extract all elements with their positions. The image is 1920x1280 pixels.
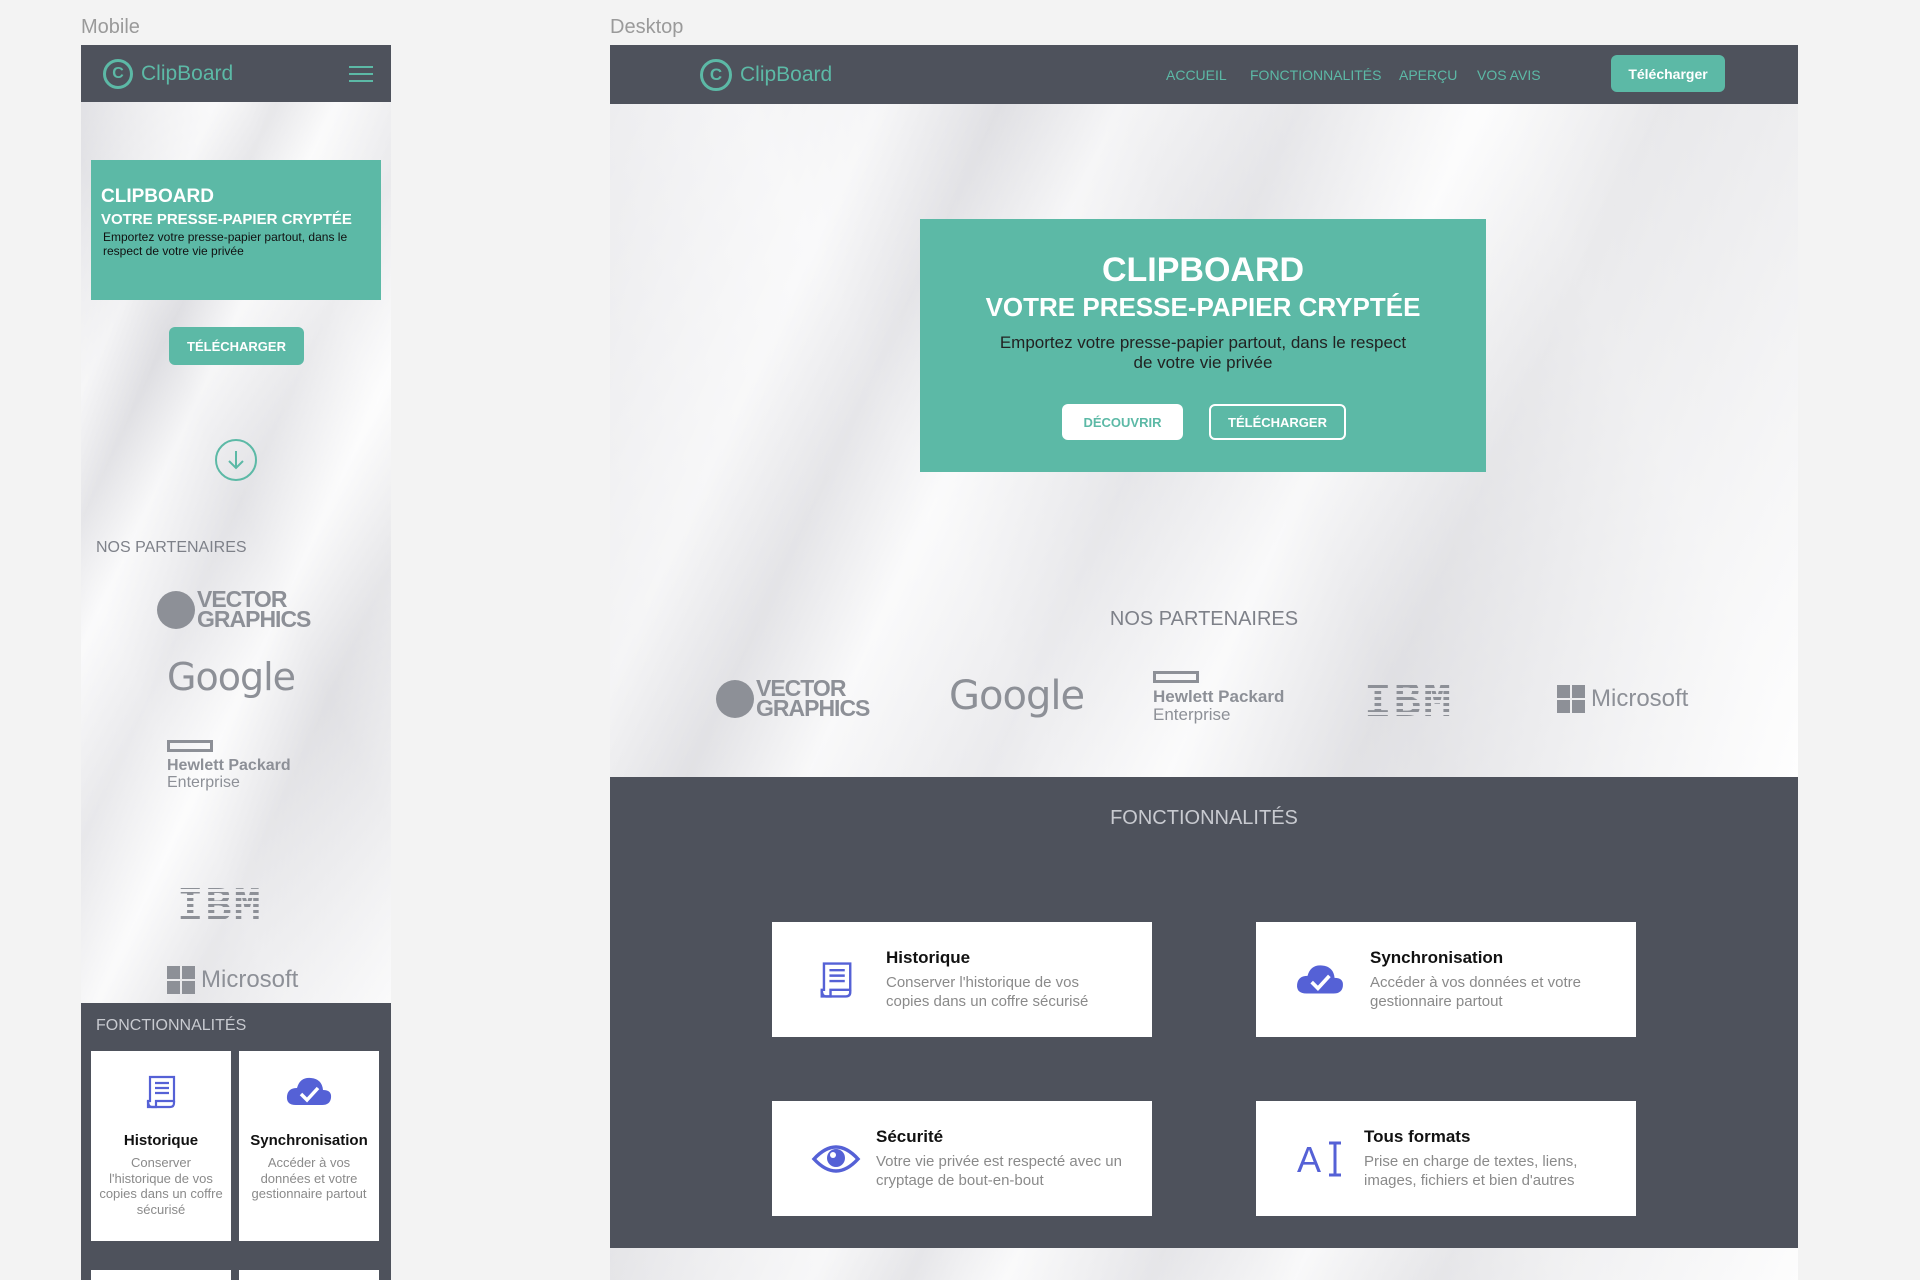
mobile-feature-card-partial bbox=[239, 1270, 379, 1280]
desktop-features-section: FONCTIONNALITÉS Historique Conserver l'h… bbox=[610, 777, 1798, 1249]
google-logo: Google bbox=[949, 673, 1085, 719]
mobile-brand-name: ClipBoard bbox=[141, 61, 234, 85]
scroll-down-arrow-icon[interactable] bbox=[215, 439, 257, 481]
text-format-icon: A bbox=[1294, 1133, 1346, 1185]
google-logo: Google bbox=[167, 655, 296, 699]
scroll-icon bbox=[810, 954, 862, 1006]
vector-logo-line-2: GRAPHICS bbox=[756, 694, 870, 721]
nav-link-vos-avis[interactable]: VOS AVIS bbox=[1477, 67, 1541, 83]
feature-title: Historique bbox=[886, 947, 971, 967]
mobile-navbar: C ClipBoard bbox=[81, 45, 391, 102]
microsoft-logo-text: Microsoft bbox=[1591, 685, 1689, 712]
hpe-logo-line-2: Enterprise bbox=[167, 773, 240, 791]
mobile-feature-desc: Accéder à vos données et votre gestionna… bbox=[251, 1155, 367, 1202]
desktop-features-title: FONCTIONNALITÉS bbox=[1110, 807, 1298, 829]
mobile-partners-title: NOS PARTENAIRES bbox=[96, 539, 247, 556]
feature-card-securite[interactable]: Sécurité Votre vie privée est respecté a… bbox=[772, 1101, 1152, 1216]
desktop-logo[interactable]: C ClipBoard bbox=[700, 59, 832, 91]
mobile-mockup: C ClipBoard CLIPBOARD VOTRE PRESSE-PAPIE… bbox=[81, 45, 391, 1280]
feature-title: Synchronisation bbox=[1370, 947, 1504, 967]
microsoft-logo: Microsoft bbox=[167, 966, 298, 994]
discover-button[interactable]: DÉCOUVRIR bbox=[1062, 404, 1183, 440]
desktop-brand-name: ClipBoard bbox=[740, 63, 833, 86]
ibm-logo: IBM bbox=[177, 880, 263, 931]
vector-graphics-logo: VECTOR GRAPHICS bbox=[157, 588, 311, 632]
feature-title: Tous formats bbox=[1364, 1126, 1471, 1146]
mobile-frame-label: Mobile bbox=[81, 16, 140, 38]
scroll-icon bbox=[140, 1071, 182, 1118]
cloud-check-icon bbox=[284, 1071, 334, 1118]
feature-card-tous-formats[interactable]: A Tous formats Prise en charge de textes… bbox=[1256, 1101, 1636, 1216]
eye-icon bbox=[810, 1133, 862, 1185]
feature-card-historique[interactable]: Historique Conserver l'historique de vos… bbox=[772, 922, 1152, 1037]
hero-download-button[interactable]: TÉLÉCHARGER bbox=[1209, 404, 1346, 440]
clipboard-logo-icon: C bbox=[700, 59, 732, 91]
clipboard-logo-icon: C bbox=[103, 58, 133, 89]
desktop-bottom-background bbox=[610, 1248, 1798, 1280]
desktop-frame-label: Desktop bbox=[610, 16, 684, 38]
mobile-feature-title: Historique bbox=[123, 1132, 199, 1149]
mobile-features-section: FONCTIONNALITÉS Historique Conserver l'h… bbox=[81, 1003, 391, 1280]
feature-desc: Prise en charge de textes, liens, images… bbox=[1364, 1152, 1578, 1189]
feature-card-synchronisation[interactable]: Synchronisation Accéder à vos données et… bbox=[1256, 922, 1636, 1037]
nav-download-button[interactable]: Télécharger bbox=[1611, 55, 1725, 92]
feature-desc: Conserver l'historique de vos copies dan… bbox=[886, 973, 1089, 1010]
feature-desc: Accéder à vos données et votre gestionna… bbox=[1370, 973, 1581, 1010]
nav-link-apercu[interactable]: APERÇU bbox=[1399, 67, 1457, 83]
desktop-hero-tagline: Emportez votre presse-papier partout, da… bbox=[999, 333, 1407, 373]
mobile-hero-tagline: Emportez votre presse-papier partout, da… bbox=[103, 230, 348, 259]
microsoft-logo: Microsoft bbox=[1557, 685, 1688, 713]
mobile-feature-card-partial bbox=[91, 1270, 231, 1280]
mobile-feature-desc: Conserver l'historique de vos copies dan… bbox=[99, 1155, 223, 1217]
desktop-navbar: C ClipBoard ACCUEIL FONCTIONNALITÉS APER… bbox=[610, 45, 1798, 104]
mobile-feature-card-historique[interactable]: Historique Conserver l'historique de vos… bbox=[91, 1051, 231, 1241]
microsoft-grid-icon bbox=[1557, 685, 1585, 713]
desktop-mockup: C ClipBoard ACCUEIL FONCTIONNALITÉS APER… bbox=[610, 45, 1798, 1280]
mobile-logo[interactable]: C ClipBoard bbox=[103, 58, 234, 89]
nav-link-accueil[interactable]: ACCUEIL bbox=[1166, 67, 1227, 83]
mobile-feature-title: Synchronisation bbox=[250, 1132, 368, 1149]
hpe-logo: Hewlett Packard Enterprise bbox=[1153, 671, 1284, 724]
svg-text:A: A bbox=[1297, 1139, 1321, 1179]
mobile-feature-card-synchronisation[interactable]: Synchronisation Accéder à vos données et… bbox=[239, 1051, 379, 1241]
hamburger-menu-icon[interactable] bbox=[349, 65, 373, 82]
desktop-hero-title: CLIPBOARD bbox=[1101, 251, 1305, 289]
desktop-partners-title: NOS PARTENAIRES bbox=[1109, 608, 1299, 630]
feature-title: Sécurité bbox=[876, 1126, 944, 1146]
mobile-hero-subtitle: VOTRE PRESSE-PAPIER CRYPTÉE bbox=[101, 211, 352, 228]
hpe-logo: Hewlett Packard Enterprise bbox=[167, 740, 291, 792]
ibm-logo: IBM bbox=[1364, 673, 1454, 727]
hpe-logo-line-2: Enterprise bbox=[1153, 704, 1231, 724]
desktop-hero-card: CLIPBOARD VOTRE PRESSE-PAPIER CRYPTÉE Em… bbox=[920, 219, 1486, 472]
mobile-download-button[interactable]: TÉLÉCHARGER bbox=[169, 327, 304, 365]
mobile-features-title: FONCTIONNALITÉS bbox=[96, 1017, 247, 1034]
microsoft-logo-text: Microsoft bbox=[201, 966, 299, 993]
feature-desc: Votre vie privée est respecté avec un cr… bbox=[876, 1152, 1122, 1189]
mobile-hero-title: CLIPBOARD bbox=[101, 186, 214, 207]
hpe-logo-line-1: Hewlett Packard bbox=[1153, 687, 1285, 706]
desktop-hero-subtitle: VOTRE PRESSE-PAPIER CRYPTÉE bbox=[985, 292, 1421, 322]
mobile-hero-card: CLIPBOARD VOTRE PRESSE-PAPIER CRYPTÉE Em… bbox=[91, 160, 381, 300]
hpe-logo-line-1: Hewlett Packard bbox=[167, 757, 291, 774]
nav-link-fonctionnalites[interactable]: FONCTIONNALITÉS bbox=[1250, 67, 1381, 83]
cloud-check-icon bbox=[1294, 954, 1346, 1006]
vector-graphics-logo: VECTOR GRAPHICS bbox=[716, 677, 870, 721]
microsoft-grid-icon bbox=[167, 966, 195, 994]
vector-logo-line-2: GRAPHICS bbox=[197, 605, 311, 632]
